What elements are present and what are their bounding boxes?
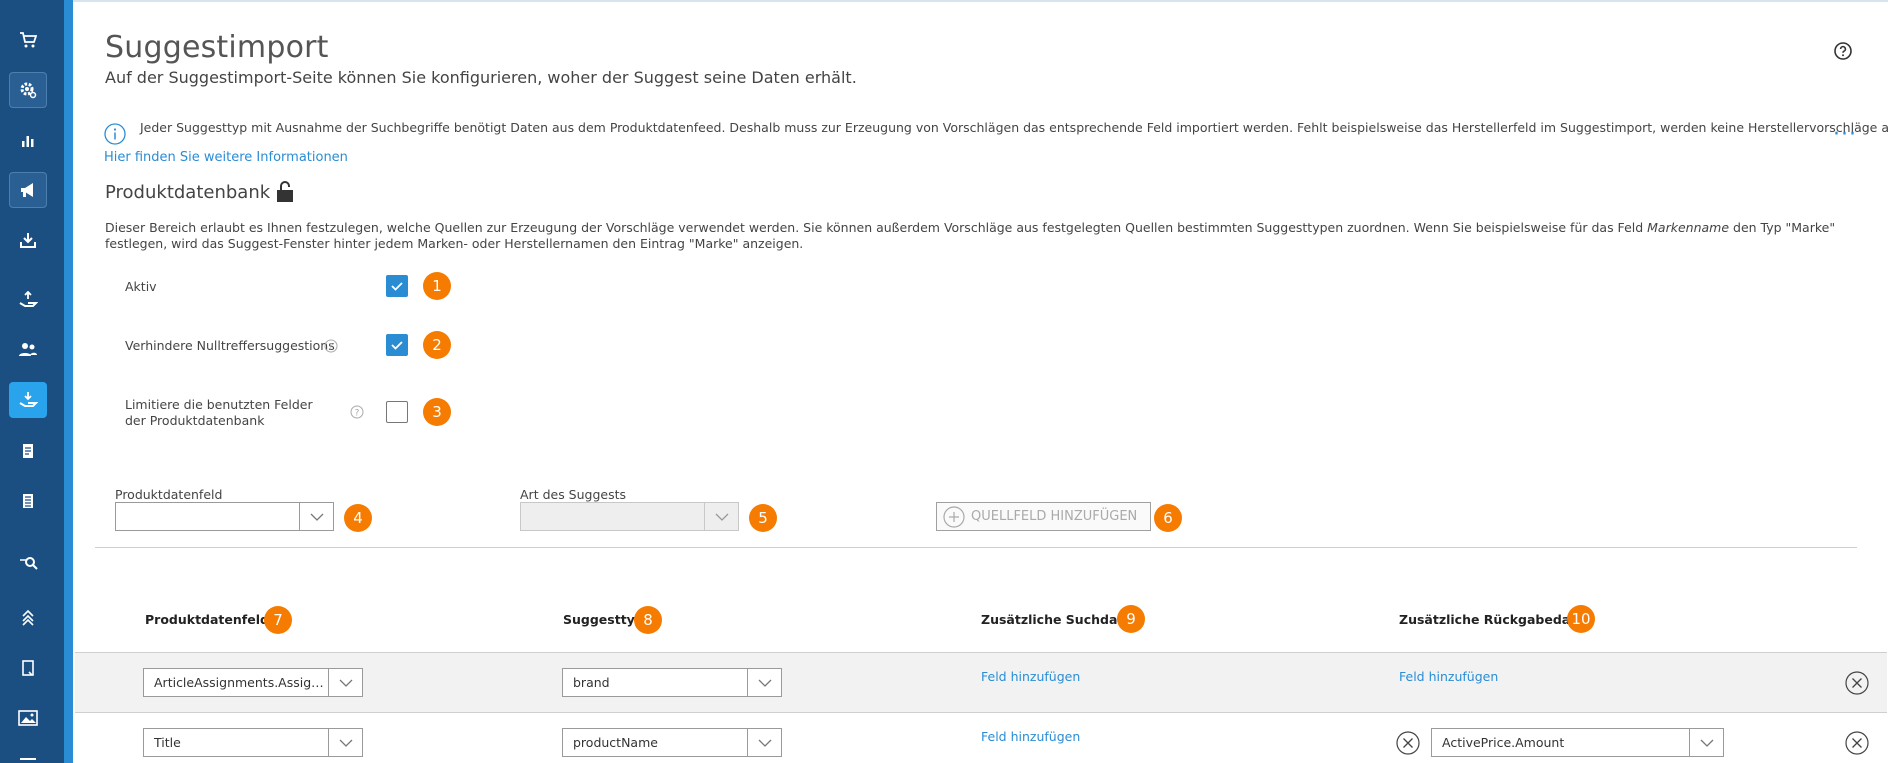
- document-icon[interactable]: [9, 433, 47, 469]
- info-text: Jeder Suggesttyp mit Ausnahme der Suchbe…: [140, 120, 1888, 135]
- badge-3: 3: [423, 398, 451, 426]
- product-field-select[interactable]: [115, 502, 334, 531]
- chevron-down-icon: [704, 503, 738, 530]
- row-product-field-select[interactable]: Title: [143, 728, 363, 757]
- bar-chart-icon[interactable]: [9, 123, 47, 159]
- more-info-link[interactable]: Hier finden Sie weitere Informationen: [104, 150, 348, 165]
- page-subtitle: Auf der Suggestimport-Seite können Sie k…: [105, 68, 857, 87]
- hand-download-icon[interactable]: [9, 382, 47, 418]
- image-icon[interactable]: [9, 700, 47, 736]
- add-search-field-link[interactable]: Feld hinzufügen: [981, 729, 1080, 744]
- option-label-prevent-null: Verhindere Nulltreffersuggestions: [125, 338, 335, 353]
- option-label-limit-fields: Limitiere die benutzten Felder der Produ…: [125, 397, 313, 428]
- badge-1: 1: [423, 272, 451, 300]
- badge-7: 7: [264, 606, 292, 634]
- badge-6: 6: [1154, 504, 1182, 532]
- badge-5: 5: [749, 504, 777, 532]
- prevent-null-checkbox[interactable]: [386, 334, 408, 356]
- badge-4: 4: [344, 504, 372, 532]
- settings-gear-icon[interactable]: [9, 72, 47, 108]
- document-lines-icon[interactable]: [9, 483, 47, 519]
- suggest-type-select[interactable]: [520, 502, 739, 531]
- more-options-icon[interactable]: ···: [1833, 124, 1857, 146]
- section-title: Produktdatenbank: [105, 182, 271, 203]
- info-icon: [104, 123, 126, 145]
- help-question-icon[interactable]: ?: [324, 339, 338, 353]
- row-suggest-type-select[interactable]: brand: [562, 668, 782, 697]
- product-field-label: Produktdatenfeld: [115, 487, 223, 502]
- return-field-select[interactable]: ActivePrice.Amount: [1431, 728, 1724, 757]
- option-label-active: Aktiv: [125, 279, 157, 294]
- chevron-down-icon: [747, 729, 781, 756]
- chevron-down-icon: [747, 669, 781, 696]
- badge-10: 10: [1567, 605, 1595, 633]
- section-description: Dieser Bereich erlaubt es Ihnen festzule…: [105, 220, 1836, 251]
- column-header-suggest-type: Suggesttyp: [563, 612, 644, 627]
- limit-fields-checkbox[interactable]: [386, 401, 408, 423]
- active-checkbox[interactable]: [386, 275, 408, 297]
- row-product-field-select[interactable]: ArticleAssignments.AssignmentName: [143, 668, 363, 697]
- chevron-down-icon: [328, 729, 362, 756]
- chevron-down-icon: [299, 503, 333, 530]
- add-return-field-link[interactable]: Feld hinzufügen: [1399, 669, 1498, 684]
- remove-row-icon[interactable]: [1845, 731, 1869, 755]
- svg-text:?: ?: [355, 409, 360, 419]
- badge-8: 8: [634, 606, 662, 634]
- add-search-field-link[interactable]: Feld hinzufügen: [981, 669, 1080, 684]
- main-content: Suggestimport Auf der Suggestimport-Seit…: [73, 0, 1888, 763]
- megaphone-icon[interactable]: [9, 172, 47, 208]
- help-icon[interactable]: [1834, 42, 1852, 60]
- row-suggest-type-select[interactable]: productName: [562, 728, 782, 757]
- suggest-type-label: Art des Suggests: [520, 487, 627, 502]
- users-icon[interactable]: [9, 332, 47, 368]
- chevron-down-icon: [1689, 729, 1723, 756]
- table-row: Title productName Feld hinzufügen Active…: [75, 714, 1887, 763]
- column-header-extra-return: Zusätzliche Rückgabedaten: [1399, 612, 1594, 627]
- remove-row-icon[interactable]: [1845, 671, 1869, 695]
- column-header-product-field: Produktdatenfeld: [145, 612, 269, 627]
- chevrons-up-icon[interactable]: [9, 599, 47, 635]
- badge-2: 2: [423, 331, 451, 359]
- badge-9: 9: [1117, 605, 1145, 633]
- cart-icon[interactable]: [9, 22, 47, 58]
- add-source-field-button[interactable]: QUELLFELD HINZUFÜGEN: [936, 502, 1151, 531]
- download-tray-icon[interactable]: [9, 222, 47, 258]
- search-tag-icon[interactable]: [9, 545, 47, 581]
- page-icon[interactable]: [9, 650, 47, 686]
- help-question-icon[interactable]: ?: [350, 405, 364, 419]
- sidebar-edge: [64, 0, 73, 763]
- unlocked-lock-icon[interactable]: [276, 180, 294, 204]
- plus-circle-icon: [943, 505, 965, 528]
- hand-upload-icon[interactable]: [9, 282, 47, 318]
- list-icon[interactable]: [9, 745, 47, 763]
- svg-text:?: ?: [329, 343, 334, 353]
- page-title: Suggestimport: [105, 30, 329, 65]
- section-divider: [95, 547, 1857, 548]
- sidebar-nav: [0, 0, 64, 763]
- table-row: ArticleAssignments.AssignmentName brand …: [75, 652, 1887, 713]
- chevron-down-icon: [328, 669, 362, 696]
- remove-return-field-icon[interactable]: [1396, 731, 1420, 755]
